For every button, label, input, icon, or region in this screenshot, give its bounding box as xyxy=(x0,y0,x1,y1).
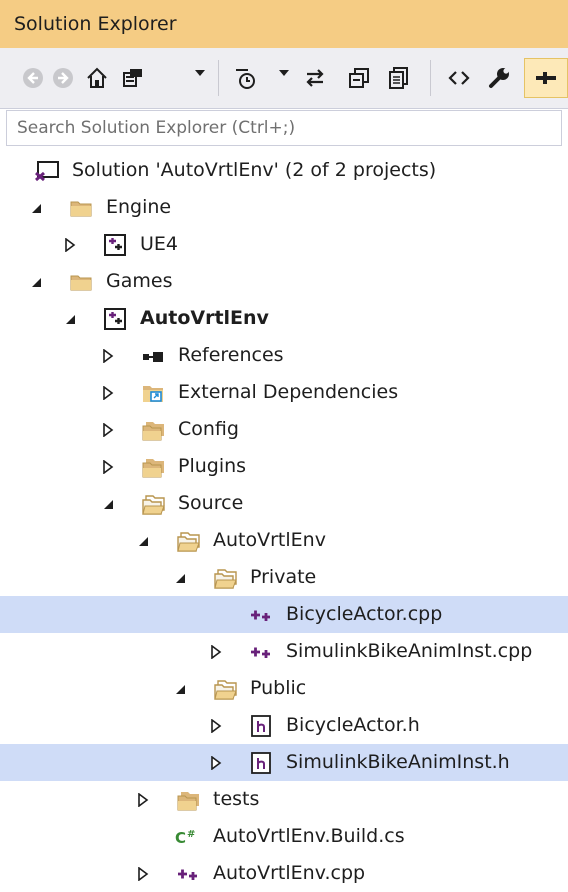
tree-item-label: BicycleActor.cpp xyxy=(286,603,443,625)
collapsed-arrow-icon[interactable] xyxy=(208,633,224,670)
csharp-file-icon: C # xyxy=(175,824,201,850)
tree-item[interactable]: Config xyxy=(0,411,568,448)
tree-item[interactable]: AutoVrtlEnv.cpp xyxy=(0,855,568,892)
cpp-file-icon xyxy=(248,602,274,628)
sync-icon[interactable] xyxy=(300,63,330,93)
collapsed-arrow-icon[interactable] xyxy=(208,707,224,744)
tree-item-label: SimulinkBikeAnimInst.cpp xyxy=(286,640,533,662)
solution-icon xyxy=(34,158,60,184)
search-input[interactable] xyxy=(7,111,557,145)
tree-item[interactable]: BicycleActor.cpp xyxy=(0,596,568,633)
toolbar-separator xyxy=(430,60,431,96)
tree-item-label: AutoVrtlEnv xyxy=(213,529,326,551)
window-title: Solution Explorer xyxy=(14,13,177,35)
properties-icon[interactable] xyxy=(484,63,514,93)
folder-icon xyxy=(68,269,94,295)
filter-folder-open-icon xyxy=(175,528,201,554)
filter-folder-icon xyxy=(140,454,166,480)
tree-item[interactable]: External Dependencies xyxy=(0,374,568,411)
pin-icon[interactable] xyxy=(524,58,568,98)
tree-item-label: External Dependencies xyxy=(178,381,399,403)
tree-item-label: UE4 xyxy=(140,233,178,255)
collapse-all-icon[interactable] xyxy=(344,63,374,93)
tree-item-label: AutoVrtlEnv xyxy=(140,307,269,329)
filter-folder-icon xyxy=(175,787,201,813)
tree-item-label: Engine xyxy=(106,196,172,218)
tree-item[interactable]: SimulinkBikeAnimInst.h xyxy=(0,744,568,781)
tree-item-label: tests xyxy=(213,788,260,810)
collapsed-arrow-icon[interactable] xyxy=(100,411,116,448)
tree-item[interactable]: BicycleActor.h xyxy=(0,707,568,744)
tree-item[interactable]: Source xyxy=(0,485,568,522)
code-view-icon[interactable] xyxy=(444,63,474,93)
tree-item-label: Plugins xyxy=(178,455,247,477)
filter-folder-icon xyxy=(140,417,166,443)
tree-item[interactable]: Private xyxy=(0,559,568,596)
cpp-project-icon xyxy=(102,232,128,258)
cpp-project-icon xyxy=(102,306,128,332)
tree-item-label: AutoVrtlEnv.Build.cs xyxy=(213,825,405,847)
collapsed-arrow-icon[interactable] xyxy=(135,855,151,892)
header-file-icon xyxy=(248,750,274,776)
tree-item[interactable]: C # AutoVrtlEnv.Build.cs xyxy=(0,818,568,855)
header-file-icon xyxy=(248,713,274,739)
tree-item[interactable]: Solution 'AutoVrtlEnv' (2 of 2 projects) xyxy=(0,152,568,189)
filter-folder-open-icon xyxy=(212,565,238,591)
expanded-arrow-icon[interactable] xyxy=(62,300,78,337)
tree-item[interactable]: SimulinkBikeAnimInst.cpp xyxy=(0,633,568,670)
tree-item-label: Solution 'AutoVrtlEnv' (2 of 2 projects) xyxy=(72,159,437,181)
expanded-arrow-icon[interactable] xyxy=(100,485,116,522)
collapsed-arrow-icon[interactable] xyxy=(62,226,78,263)
folder-icon xyxy=(68,195,94,221)
tree-item[interactable]: UE4 xyxy=(0,226,568,263)
tree-item-label: Private xyxy=(250,566,317,588)
collapsed-arrow-icon[interactable] xyxy=(135,781,151,818)
tree-item[interactable]: AutoVrtlEnv xyxy=(0,522,568,559)
collapsed-arrow-icon[interactable] xyxy=(100,448,116,485)
references-icon xyxy=(140,343,166,369)
tree-item-label: Games xyxy=(106,270,173,292)
switch-views-dropdown-icon[interactable] xyxy=(195,70,205,76)
svg-text:C: C xyxy=(175,829,186,847)
cpp-file-icon xyxy=(175,861,201,887)
collapsed-arrow-icon[interactable] xyxy=(208,744,224,781)
tree-item[interactable]: Plugins xyxy=(0,448,568,485)
back-icon[interactable] xyxy=(18,63,48,93)
tree-item[interactable]: AutoVrtlEnv xyxy=(0,300,568,337)
home-icon[interactable] xyxy=(82,63,112,93)
pending-changes-dropdown-icon[interactable] xyxy=(279,70,289,76)
tree-item[interactable]: References xyxy=(0,337,568,374)
toolbar xyxy=(0,48,568,109)
expanded-arrow-icon[interactable] xyxy=(172,670,188,707)
pending-changes-filter-icon[interactable] xyxy=(230,63,260,93)
tree-item-label: AutoVrtlEnv.cpp xyxy=(213,862,366,884)
svg-text:#: # xyxy=(187,829,195,840)
switch-views-icon[interactable] xyxy=(118,63,148,93)
tree-item[interactable]: tests xyxy=(0,781,568,818)
filter-folder-open-icon xyxy=(140,491,166,517)
expanded-arrow-icon[interactable] xyxy=(28,263,44,300)
search-box[interactable] xyxy=(6,110,562,146)
tree-item-label: Config xyxy=(178,418,239,440)
tree-item-label: Public xyxy=(250,677,307,699)
tree-item-label: SimulinkBikeAnimInst.h xyxy=(286,751,510,773)
expanded-arrow-icon[interactable] xyxy=(135,522,151,559)
tree-item[interactable]: Engine xyxy=(0,189,568,226)
external-dependencies-icon xyxy=(140,380,166,406)
collapsed-arrow-icon[interactable] xyxy=(100,337,116,374)
tree-item[interactable]: Games xyxy=(0,263,568,300)
show-all-files-icon[interactable] xyxy=(384,63,414,93)
filter-folder-open-icon xyxy=(212,676,238,702)
expanded-arrow-icon[interactable] xyxy=(172,559,188,596)
cpp-file-icon xyxy=(248,639,274,665)
title-bar: Solution Explorer xyxy=(0,0,568,48)
tree-item-label: References xyxy=(178,344,284,366)
tree-item-label: Source xyxy=(178,492,244,514)
tree-item-label: BicycleActor.h xyxy=(286,714,420,736)
collapsed-arrow-icon[interactable] xyxy=(100,374,116,411)
forward-icon[interactable] xyxy=(48,63,78,93)
tree-item[interactable]: Public xyxy=(0,670,568,707)
expanded-arrow-icon[interactable] xyxy=(28,189,44,226)
toolbar-separator xyxy=(218,60,219,96)
